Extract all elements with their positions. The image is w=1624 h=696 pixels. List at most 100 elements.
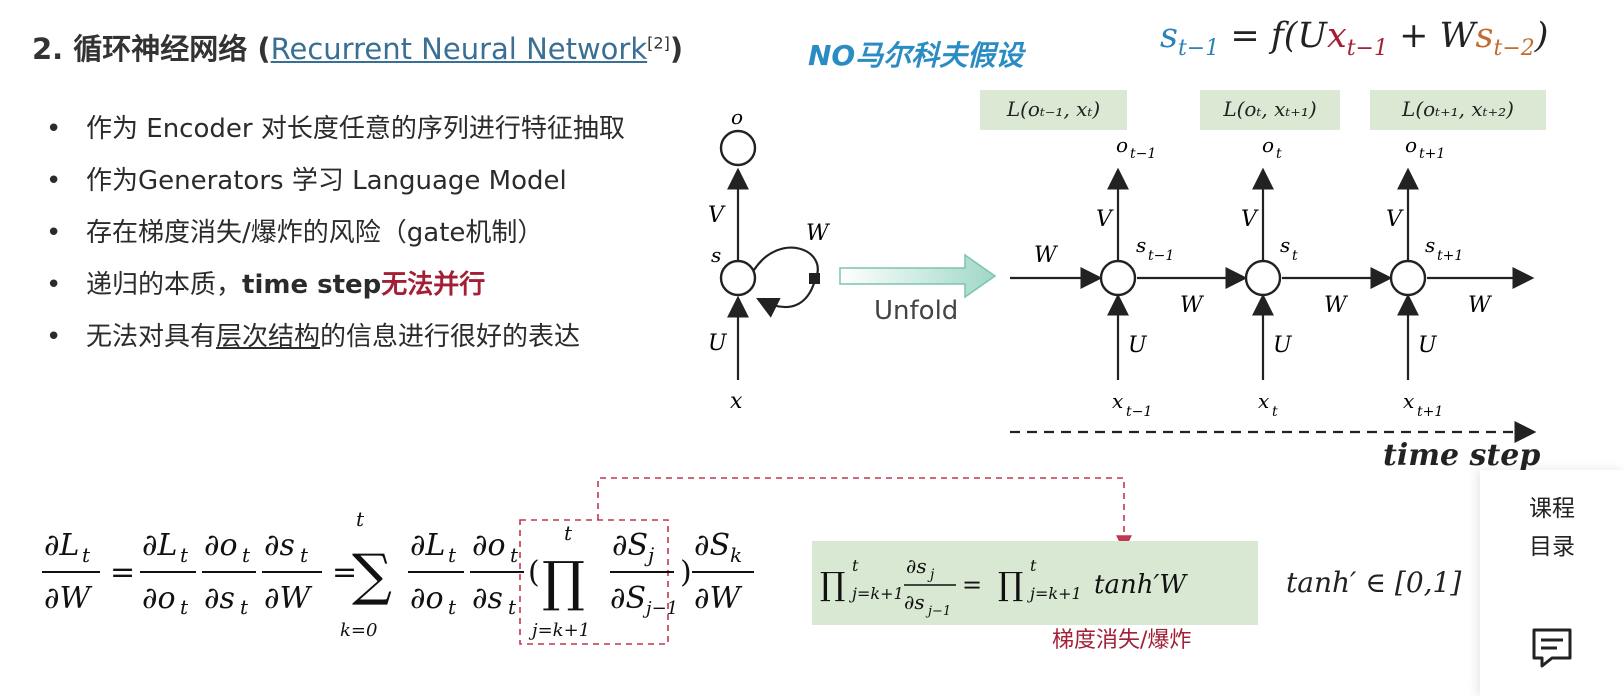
hidden-node [719,259,757,297]
svg-text:∂W: ∂W [694,581,743,616]
hidden-node [1389,259,1427,297]
svg-text:t: t [180,543,189,567]
folded-x-label: x [730,389,743,414]
unfold-arrow-icon [839,253,997,299]
folded-rnn: o V s W U x [708,105,831,414]
x-sub: t [1272,404,1278,420]
time-step-label: time step [1383,438,1541,473]
svg-text:=: = [110,555,135,590]
loss-label: L(oₜ₋₁, xₜ) [980,90,1127,128]
svg-text:(: ( [528,555,540,590]
comment-icon[interactable] [1528,624,1576,672]
svg-text:∏: ∏ [820,565,845,603]
svg-text:∂L: ∂L [44,528,79,563]
svg-text:∂o: ∂o [142,581,176,616]
u-label: U [1273,333,1293,358]
output-node [719,129,757,167]
v-label: V [1386,207,1404,232]
tanh-range: tanh′ ∈ [0,1] [1286,566,1462,599]
loss-label: L(oₜ, xₜ₊₁) [1200,90,1340,128]
svg-text:t: t [180,595,189,619]
o-sub: t−1 [1130,146,1156,162]
recurrent-loop [753,246,819,318]
svg-text:∂s: ∂s [904,590,925,614]
svg-text:t: t [1030,556,1037,575]
svg-text:∂s: ∂s [906,554,927,578]
x-label: x [1258,389,1269,413]
svg-text:t: t [852,556,859,575]
folded-w-label: W [806,221,831,246]
loss-label: L(oₜ₊₁, xₜ₊₂) [1370,90,1546,128]
s-label: s [1280,233,1290,257]
svg-text:t: t [564,521,573,545]
o-label: o [1262,133,1274,157]
svg-text:k: k [730,543,742,567]
svg-text:k=0: k=0 [340,620,377,641]
v-label: V [1241,207,1259,232]
svg-text:t: t [240,595,249,619]
svg-text:t: t [300,543,309,567]
o-sub: t [1276,146,1282,162]
svg-text:): ) [680,555,692,590]
svg-text:t: t [356,510,365,531]
unfolded-rnn: W V U o t−1 s t−1 x t−1 W V U o t s t x … [1010,133,1535,420]
w-label: W [1324,293,1349,318]
x-label: x [1112,389,1123,413]
svg-text:∂S: ∂S [610,581,646,616]
course-catalog-button[interactable]: 课程 目录 [1480,490,1624,566]
u-label: U [1418,333,1438,358]
svg-text:j−1: j−1 [925,604,951,619]
hidden-node [1244,259,1282,297]
gradient-vanish-label: 梯度消失/爆炸 [1052,628,1192,653]
svg-text:t: t [448,543,457,567]
svg-text:∂s: ∂s [472,581,503,616]
folded-o-label: o [731,105,743,129]
svg-text:∏: ∏ [998,565,1023,603]
svg-text:j=k+1: j=k+1 [528,620,590,641]
v-label: V [1096,207,1114,232]
w-label: W [1034,243,1059,268]
o-label: o [1405,133,1417,157]
svg-text:∂s: ∂s [264,528,295,563]
svg-text:∂S: ∂S [694,528,730,563]
svg-text:∂S: ∂S [612,528,648,563]
svg-text:t: t [82,543,91,567]
svg-text:∂s: ∂s [204,581,235,616]
o-sub: t+1 [1419,146,1445,162]
svg-text:j−1: j−1 [642,598,678,619]
svg-text:∂W: ∂W [264,581,313,616]
svg-text:∂o: ∂o [472,528,506,563]
svg-text:t: t [510,543,519,567]
s-sub: t−1 [1148,248,1174,264]
svg-text:j=k+1: j=k+1 [1027,584,1082,603]
svg-text:∂o: ∂o [204,528,238,563]
x-sub: t−1 [1126,404,1152,420]
svg-text:tanh′W: tanh′W [1094,570,1188,600]
s-sub: t [1292,248,1298,264]
svg-text:∂L: ∂L [410,528,445,563]
catalog-line-1: 课程 [1529,496,1575,522]
u-label: U [1128,333,1148,358]
svg-text:j=k+1: j=k+1 [849,584,904,603]
x-label: x [1403,389,1414,413]
svg-text:∑: ∑ [352,543,392,608]
svg-text:t: t [242,543,251,567]
svg-text:∂L: ∂L [142,528,177,563]
catalog-line-2: 目录 [1529,534,1575,560]
s-label: s [1425,233,1435,257]
o-label: o [1116,133,1128,157]
unfold-label: Unfold [874,296,959,326]
folded-u-label: U [708,331,728,356]
side-panel: 课程 目录 [1480,470,1624,696]
folded-s-label: s [711,243,721,267]
s-label: s [1136,233,1146,257]
svg-text:t: t [508,595,517,619]
s-sub: t+1 [1437,248,1463,264]
delay-square [809,273,820,284]
svg-text:t: t [448,595,457,619]
x-sub: t+1 [1417,404,1443,420]
svg-text:∏: ∏ [542,550,585,613]
w-label: W [1180,293,1205,318]
svg-text:=: = [962,571,982,599]
folded-v-label: V [708,203,726,228]
